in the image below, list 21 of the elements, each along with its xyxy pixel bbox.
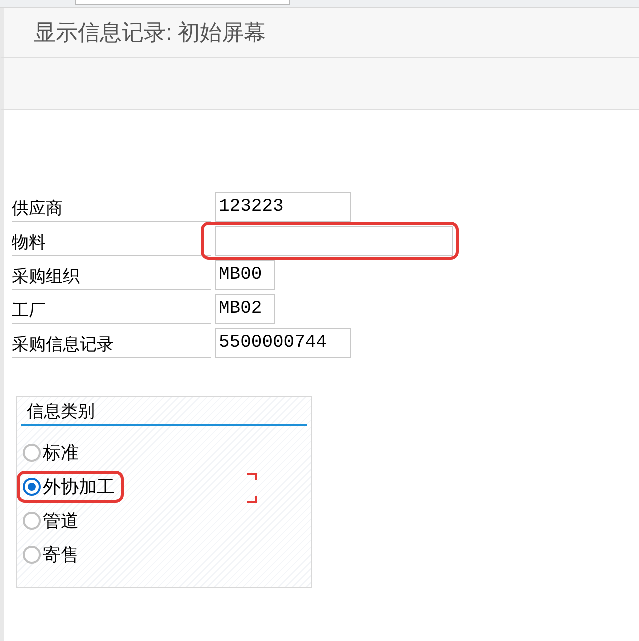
radio-icon <box>23 512 41 530</box>
radio-icon <box>23 444 41 462</box>
input-field[interactable]: 123223 <box>215 192 351 222</box>
focus-bracket-drawing <box>246 472 258 504</box>
input-field[interactable] <box>215 226 453 256</box>
radio-icon <box>23 546 41 564</box>
input-field[interactable]: MB02 <box>215 294 275 324</box>
group-title: 信息类别 <box>21 399 307 426</box>
field-label: 工厂 <box>12 294 211 324</box>
radio-option[interactable]: 寄售 <box>17 539 88 571</box>
radio-option[interactable]: 外协加工 <box>17 471 124 503</box>
radio-icon <box>23 478 41 496</box>
input-field[interactable]: 5500000744 <box>215 328 351 358</box>
field-label: 采购组织 <box>12 260 211 290</box>
input-field[interactable]: MB00 <box>215 260 275 290</box>
field-label: 采购信息记录 <box>12 328 211 358</box>
radio-option[interactable]: 管道 <box>17 505 88 537</box>
field-label: 供应商 <box>12 192 211 222</box>
field-label: 物料 <box>12 226 211 256</box>
radio-option[interactable]: 标准 <box>17 437 88 469</box>
window-title: 显示信息记录: 初始屏幕 <box>34 19 266 47</box>
